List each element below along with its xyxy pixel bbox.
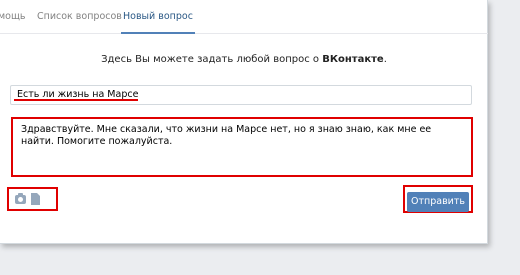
annotation-attachments-box <box>7 187 58 211</box>
intro-suffix: . <box>383 54 387 65</box>
camera-icon[interactable] <box>15 193 26 204</box>
annotation-underline <box>14 99 138 101</box>
send-button[interactable]: Отправить <box>407 191 469 212</box>
tab-new-question[interactable]: Новый вопрос <box>121 0 195 34</box>
document-icon[interactable] <box>31 193 40 205</box>
intro-text: Здесь Вы можете задать любой вопрос о ВК… <box>0 54 488 65</box>
tab-bar: мощь Список вопросов Новый вопрос <box>0 0 488 34</box>
question-title-input[interactable]: Есть ли жизнь на Марсе <box>10 85 472 105</box>
intro-prefix: Здесь Вы можете задать любой вопрос о <box>101 54 323 65</box>
question-body-textarea[interactable]: Здравствуйте. Мне сказали, что жизни на … <box>11 117 473 177</box>
annotation-send-box: Отправить <box>403 185 473 213</box>
tab-help[interactable]: мощь <box>0 0 26 34</box>
tab-question-list[interactable]: Список вопросов <box>37 0 122 34</box>
intro-brand: ВКонтакте <box>322 54 384 65</box>
new-question-panel: мощь Список вопросов Новый вопрос Здесь … <box>0 0 488 244</box>
